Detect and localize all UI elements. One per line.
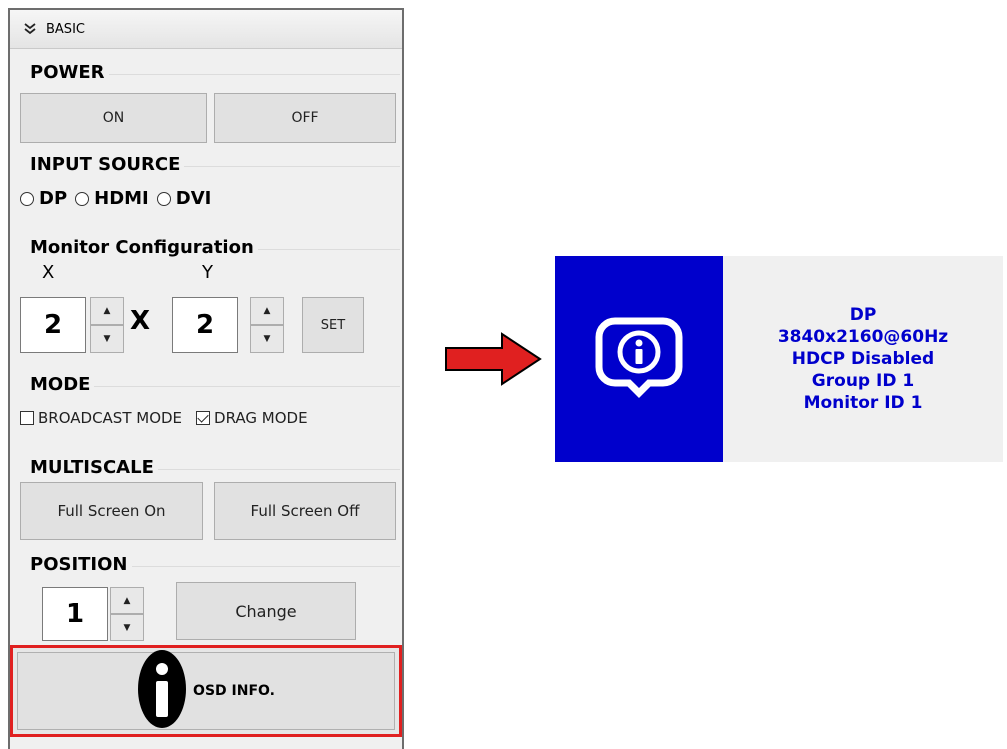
mode-options: BROADCAST MODE DRAG MODE [20, 409, 308, 427]
power-title: POWER [30, 62, 109, 84]
x-increment-button[interactable]: ▲ [90, 297, 124, 325]
chevron-double-down-icon [24, 22, 38, 36]
position-value-input[interactable]: 1 [42, 587, 108, 641]
monitor-config-title: Monitor Configuration [30, 237, 258, 259]
osd-group-id: Group ID 1 [811, 371, 915, 391]
osd-info-lines: DP 3840x2160@60Hz HDCP Disabled Group ID… [723, 256, 1003, 462]
y-value-input[interactable]: 2 [172, 297, 238, 353]
radio-hdmi[interactable] [75, 191, 90, 206]
y-axis-label: Y [202, 262, 213, 283]
radio-dvi[interactable] [156, 191, 171, 206]
broadcast-mode-label: BROADCAST MODE [38, 409, 183, 427]
osd-info-button[interactable]: OSD INFO. [17, 649, 395, 733]
full-screen-off-button[interactable]: Full Screen Off [214, 482, 396, 540]
full-screen-on-button[interactable]: Full Screen On [20, 482, 203, 540]
osd-logo-panel [555, 256, 723, 462]
osd-info-label: OSD INFO. [193, 683, 275, 699]
radio-label-dvi: DVI [175, 188, 212, 209]
set-button[interactable]: SET [302, 297, 364, 353]
monitor-info-logo-icon [593, 315, 685, 403]
radio-dp[interactable] [20, 191, 34, 206]
osd-monitor-id: Monitor ID 1 [803, 393, 923, 413]
position-title: POSITION [30, 554, 132, 576]
input-source-title: INPUT SOURCE [30, 154, 185, 176]
x-spinner: ▲ ▼ [90, 297, 124, 353]
position-spinner: ▲ ▼ [110, 587, 144, 641]
x-decrement-button[interactable]: ▼ [90, 325, 124, 353]
arrow-right-icon [444, 332, 544, 390]
power-on-button[interactable]: ON [20, 93, 207, 143]
panel-header-basic[interactable]: BASIC [10, 10, 402, 49]
info-icon [137, 649, 187, 733]
drag-mode-label: DRAG MODE [214, 409, 308, 427]
radio-label-hdmi: HDMI [94, 188, 149, 209]
control-panel: BASIC POWER ON OFF INPUT SOURCE DP HDMI … [8, 8, 404, 749]
multiscale-title: MULTISCALE [30, 457, 158, 479]
osd-display: DP 3840x2160@60Hz HDCP Disabled Group ID… [555, 256, 1003, 462]
osd-input-source: DP [849, 305, 877, 325]
drag-mode-checkbox[interactable] [196, 411, 211, 425]
position-decrement-button[interactable]: ▼ [110, 614, 144, 641]
power-off-button[interactable]: OFF [214, 93, 396, 143]
y-spinner: ▲ ▼ [250, 297, 284, 353]
input-source-options: DP HDMI DVI [20, 188, 219, 209]
x-axis-label: X [42, 262, 55, 283]
position-increment-button[interactable]: ▲ [110, 587, 144, 614]
osd-info-highlight: OSD INFO. [10, 645, 402, 737]
osd-hdcp-status: HDCP Disabled [791, 349, 935, 369]
broadcast-mode-checkbox[interactable] [20, 411, 34, 425]
radio-label-dp: DP [39, 188, 68, 209]
change-button[interactable]: Change [176, 582, 356, 640]
osd-resolution: 3840x2160@60Hz [777, 327, 949, 347]
y-increment-button[interactable]: ▲ [250, 297, 284, 325]
x-value-input[interactable]: 2 [20, 297, 86, 353]
panel-header-label: BASIC [46, 21, 85, 37]
mode-title: MODE [30, 374, 95, 396]
times-label: X [130, 306, 151, 336]
y-decrement-button[interactable]: ▼ [250, 325, 284, 353]
